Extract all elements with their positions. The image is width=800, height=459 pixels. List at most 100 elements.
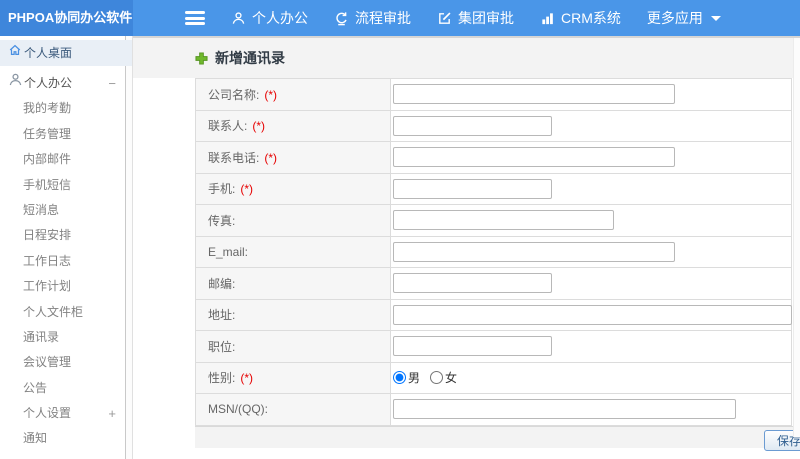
main-content: 新增通讯录 公司名称: (*) 联系人: (*) 联系电话: (*) 手机: (*) 传真: E_… (133, 36, 800, 459)
nav-item-label: 更多应用 (646, 10, 703, 26)
sidebar-item-label: 工作计划 (23, 279, 72, 294)
field-label-text: 职位: (208, 339, 236, 354)
form-text-input[interactable] (393, 241, 675, 262)
sidebar-item-个人桌面[interactable]: 个人桌面 (0, 40, 132, 66)
field-label-text: 邮编: (208, 276, 236, 291)
nav-item-更多应用[interactable]: 更多应用 (647, 8, 721, 28)
radio-label: 女 (445, 370, 458, 385)
form-row: 性别: (*) 男 女 (195, 361, 792, 394)
sidebar-item-我的考勤[interactable]: 我的考勤 (0, 96, 132, 121)
field-label: 公司名称: (*) (195, 78, 391, 111)
nav-item-label: 流程审批 (355, 10, 411, 26)
sidebar-item-公告[interactable]: 公告 (0, 376, 132, 401)
sidebar-item-通讯录[interactable]: 通讯录 (0, 325, 132, 350)
form-text-input[interactable] (393, 147, 675, 168)
radio-label: 男 (408, 370, 421, 385)
field-label-text: 联系电话: (208, 150, 260, 165)
form-text-input[interactable] (393, 336, 552, 357)
field-label-text: 性别: (208, 371, 236, 386)
sidebar-item-label: 手机短信 (23, 177, 72, 192)
bar-chart-icon (542, 12, 553, 24)
sidebar-item-工作计划[interactable]: 工作计划 (0, 274, 132, 299)
user-icon (9, 73, 22, 85)
app-logo: PHPOA协同办公软件 (0, 0, 133, 36)
sidebar-item-个人设置[interactable]: 个人设置 + (0, 401, 132, 426)
sidebar-item-label: 工作日志 (23, 253, 72, 268)
form-text-input[interactable] (393, 178, 552, 199)
field-label: 联系人: (*) (195, 109, 391, 142)
sidebar-item-label: 日程安排 (23, 228, 72, 243)
sidebar-item-工作日志[interactable]: 工作日志 (0, 249, 132, 274)
field-label-text: 公司名称: (208, 87, 260, 102)
field-value-cell (390, 78, 792, 111)
field-value-cell (390, 330, 792, 363)
sidebar: 个人桌面个人办公 − 我的考勤任务管理 内部邮件手机短信短消息日程安排工作日志工作计划… (0, 36, 133, 459)
field-value-cell (390, 393, 792, 426)
field-label-text: 地址: (208, 308, 236, 323)
sidebar-item-日程安排[interactable]: 日程安排 (0, 223, 132, 248)
form-row: 手机: (*) (195, 172, 792, 205)
menu-icon[interactable] (185, 11, 205, 25)
sidebar-item-label: 个人文件柜 (23, 304, 84, 319)
add-plus-icon (195, 51, 208, 65)
field-value-cell (390, 267, 792, 300)
gender-radio[interactable] (393, 370, 406, 384)
field-label: 性别: (*) (195, 361, 391, 394)
caret-down-icon (710, 15, 721, 21)
sidebar-item-个人文件柜[interactable]: 个人文件柜 (0, 300, 132, 325)
sidebar-item-label: 短消息 (23, 202, 60, 217)
field-value-cell (390, 109, 792, 142)
sidebar-item-个人办公[interactable]: 个人办公 − (0, 71, 132, 96)
field-label-text: 联系人: (208, 119, 248, 134)
content-scrollbar[interactable] (793, 38, 800, 437)
form-text-input[interactable] (393, 304, 792, 325)
home-icon (9, 44, 21, 55)
form-row: 联系电话: (*) (195, 141, 792, 174)
form-text-input[interactable] (393, 399, 736, 420)
field-value-cell (390, 235, 792, 268)
field-label: 传真: (195, 204, 391, 237)
field-label: 手机: (*) (195, 172, 391, 205)
nav-item-个人办公[interactable]: 个人办公 (231, 8, 308, 28)
sidebar-item-label: 公告 (23, 380, 48, 395)
nav-item-label: 个人办公 (252, 10, 308, 26)
sidebar-item-内部邮件[interactable]: 内部邮件 (0, 147, 132, 172)
form-text-input[interactable] (393, 210, 614, 231)
sidebar-item-会议管理[interactable]: 会议管理 (0, 350, 132, 375)
form-footer: 保存 (195, 425, 800, 451)
field-value-cell (390, 298, 792, 331)
sidebar-item-label: 通知 (23, 431, 48, 446)
collapse-minus-icon[interactable]: − (108, 71, 116, 96)
field-value-cell (390, 204, 792, 237)
field-value-cell (390, 141, 792, 174)
form-row: 公司名称: (*) (195, 78, 792, 111)
nav-item-集团审批[interactable]: 集团审批 (437, 8, 514, 28)
required-mark: (*) (264, 87, 278, 102)
nav-item-CRM系统[interactable]: CRM系统 (540, 8, 621, 28)
form-text-input[interactable] (393, 273, 552, 294)
user-icon (232, 11, 245, 24)
field-label: E_mail: (195, 235, 391, 268)
sidebar-item-label: 我的考勤 (23, 101, 72, 116)
required-mark: (*) (264, 150, 278, 165)
sidebar-item-任务管理[interactable]: 任务管理 (0, 122, 132, 147)
required-mark: (*) (252, 119, 266, 134)
field-label-text: 手机: (208, 182, 236, 197)
field-label: 联系电话: (*) (195, 141, 391, 174)
page-header: 新增通讯录 (133, 36, 800, 78)
sidebar-item-通知[interactable]: 通知 (0, 426, 132, 451)
sidebar-item-手机短信[interactable]: 手机短信 (0, 173, 132, 198)
form-text-input[interactable] (393, 84, 675, 105)
gender-option-男[interactable]: 男 (393, 369, 420, 386)
gender-radio[interactable] (430, 370, 444, 384)
field-label-text: MSN/(QQ): (208, 402, 268, 417)
expand-plus-icon[interactable]: + (108, 401, 116, 426)
nav-item-label: 集团审批 (458, 10, 514, 26)
form-row: 邮编: (195, 267, 792, 300)
sidebar-item-label: 个人桌面 (24, 46, 73, 60)
nav-item-流程审批[interactable]: 流程审批 (334, 8, 411, 28)
gender-option-女[interactable]: 女 (430, 369, 457, 386)
sidebar-item-短消息[interactable]: 短消息 (0, 198, 132, 223)
edit-icon (439, 11, 451, 24)
form-text-input[interactable] (393, 115, 552, 136)
